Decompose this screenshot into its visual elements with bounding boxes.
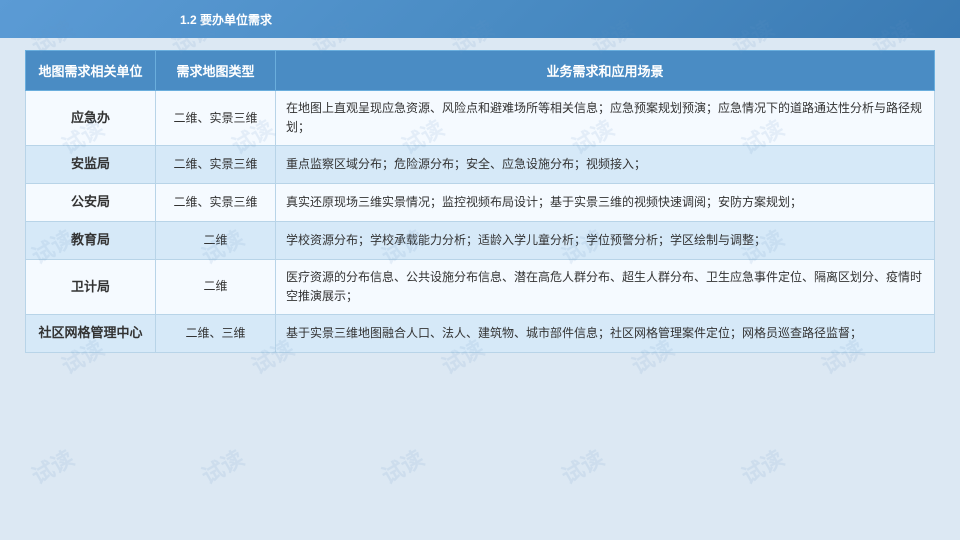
table-row: 卫计局二维医疗资源的分布信息、公共设施分布信息、潜在高危人群分布、超生人群分布、… [26,259,935,314]
col-header-desc: 业务需求和应用场景 [276,51,935,91]
table-row: 教育局二维学校资源分布；学校承载能力分析；适龄入学儿童分析；学位预警分析；学区绘… [26,221,935,259]
cell-desc: 重点监察区域分布；危险源分布；安全、应急设施分布；视频接入； [276,146,935,184]
cell-unit: 公安局 [26,184,156,222]
page-wrapper: 试读试读试读试读试读试读试读试读试读试读试读试读试读试读试读试读试读试读试读试读… [0,0,960,540]
cell-desc: 医疗资源的分布信息、公共设施分布信息、潜在高危人群分布、超生人群分布、卫生应急事… [276,259,935,314]
table-row: 应急办二维、实景三维在地图上直观呈现应急资源、风险点和避难场所等相关信息；应急预… [26,91,935,146]
cell-unit: 教育局 [26,221,156,259]
requirements-table: 地图需求相关单位 需求地图类型 业务需求和应用场景 应急办二维、实景三维在地图上… [25,50,935,353]
cell-desc: 基于实景三维地图融合人口、法人、建筑物、城市部件信息；社区网格管理案件定位；网格… [276,315,935,353]
table-row: 社区网格管理中心二维、三维基于实景三维地图融合人口、法人、建筑物、城市部件信息；… [26,315,935,353]
table-row: 公安局二维、实景三维真实还原现场三维实景情况；监控视频布局设计；基于实景三维的视… [26,184,935,222]
cell-unit: 安监局 [26,146,156,184]
header-title: 1.2 要办单位需求 [180,11,272,28]
cell-unit: 应急办 [26,91,156,146]
cell-type: 二维、实景三维 [156,146,276,184]
cell-type: 二维、实景三维 [156,91,276,146]
cell-type: 二维 [156,259,276,314]
cell-desc: 真实还原现场三维实景情况；监控视频布局设计；基于实景三维的视频快速调阅；安防方案… [276,184,935,222]
col-header-type: 需求地图类型 [156,51,276,91]
cell-unit: 社区网格管理中心 [26,315,156,353]
cell-type: 二维、三维 [156,315,276,353]
cell-type: 二维、实景三维 [156,184,276,222]
cell-type: 二维 [156,221,276,259]
cell-unit: 卫计局 [26,259,156,314]
top-header: 1.2 要办单位需求 [0,0,960,38]
col-header-unit: 地图需求相关单位 [26,51,156,91]
cell-desc: 在地图上直观呈现应急资源、风险点和避难场所等相关信息；应急预案规划预演；应急情况… [276,91,935,146]
table-row: 安监局二维、实景三维重点监察区域分布；危险源分布；安全、应急设施分布；视频接入； [26,146,935,184]
main-content: 地图需求相关单位 需求地图类型 业务需求和应用场景 应急办二维、实景三维在地图上… [0,38,960,363]
table-header-row: 地图需求相关单位 需求地图类型 业务需求和应用场景 [26,51,935,91]
cell-desc: 学校资源分布；学校承载能力分析；适龄入学儿童分析；学位预警分析；学区绘制与调整； [276,221,935,259]
